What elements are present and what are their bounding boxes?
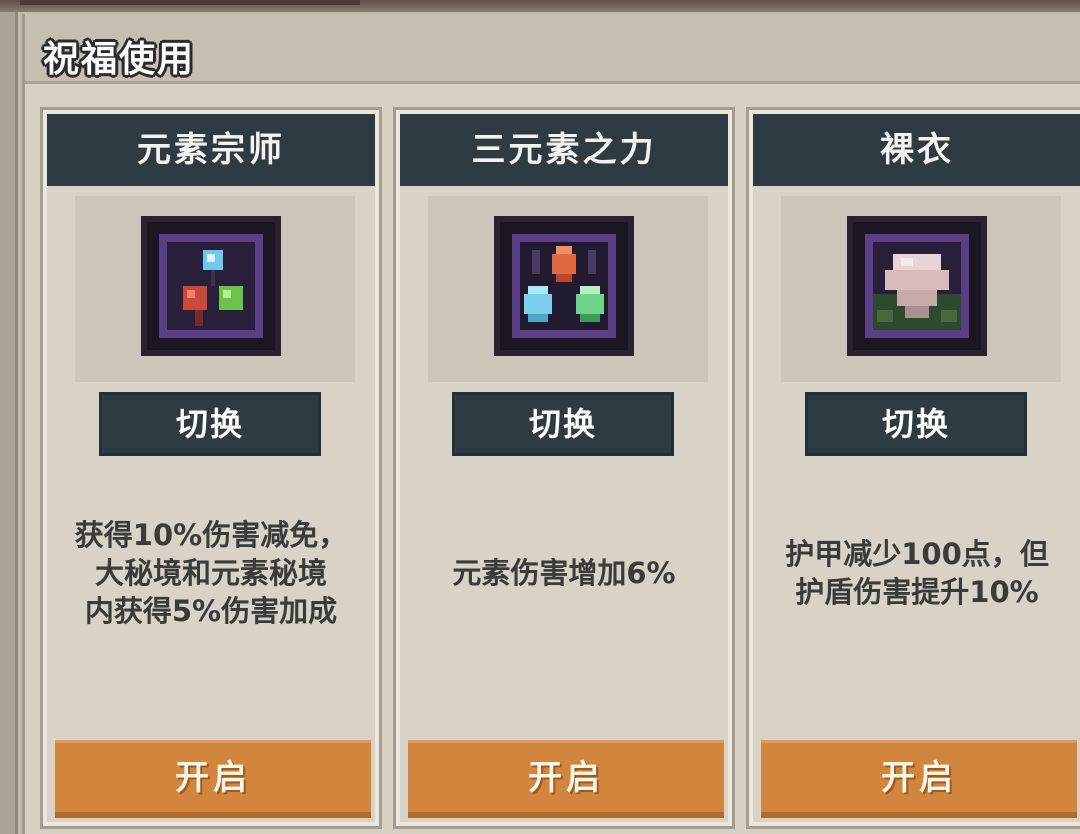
top-strip (0, 0, 1080, 12)
blessing-card-element-master: 元素宗师 切换 获得10%伤害减免， 大秘境和元素秘境 内获得5%伤害加成 开启 (40, 107, 382, 829)
card-description: 护甲减少100点，但 护盾伤害提升10% (785, 537, 1049, 609)
card-description: 元素伤害增加6% (452, 556, 676, 590)
open-button[interactable]: 开启 (55, 740, 371, 818)
element-master-icon (141, 216, 281, 356)
card-title: 元素宗师 (47, 114, 375, 186)
blessing-card-bare-clothes: 裸衣 切换 护甲减少100点，但 护盾伤害提升10% 开启 (746, 107, 1080, 829)
card-description: 获得10%伤害减免， 大秘境和元素秘境 内获得5%伤害加成 (74, 518, 348, 628)
switch-button[interactable]: 切换 (805, 392, 1027, 456)
card-title: 裸衣 (753, 114, 1080, 186)
panel-title: 祝福使用 (43, 39, 196, 80)
icon-area (75, 196, 355, 382)
panel-header: 祝福使用 (25, 14, 1080, 84)
game-screen: 祝福使用 元素宗师 切换 获得10%伤害减免， 大秘境和元素秘境 内获得5%伤害… (0, 0, 1080, 834)
switch-button[interactable]: 切换 (452, 392, 674, 456)
blessing-card-three-element-power: 三元素之力 切换 元素伤害增加6% 开启 (393, 107, 735, 829)
icon-area (781, 196, 1061, 382)
three-element-power-icon (494, 216, 634, 356)
left-edge-panel (0, 12, 18, 834)
open-button[interactable]: 开启 (408, 740, 724, 818)
open-button[interactable]: 开启 (761, 740, 1077, 818)
icon-area (428, 196, 708, 382)
bare-clothes-icon (847, 216, 987, 356)
switch-button[interactable]: 切换 (99, 392, 321, 456)
card-title: 三元素之力 (400, 114, 728, 186)
blessing-panel: 祝福使用 元素宗师 切换 获得10%伤害减免， 大秘境和元素秘境 内获得5%伤害… (22, 14, 1080, 834)
top-strip-accent (20, 0, 360, 5)
